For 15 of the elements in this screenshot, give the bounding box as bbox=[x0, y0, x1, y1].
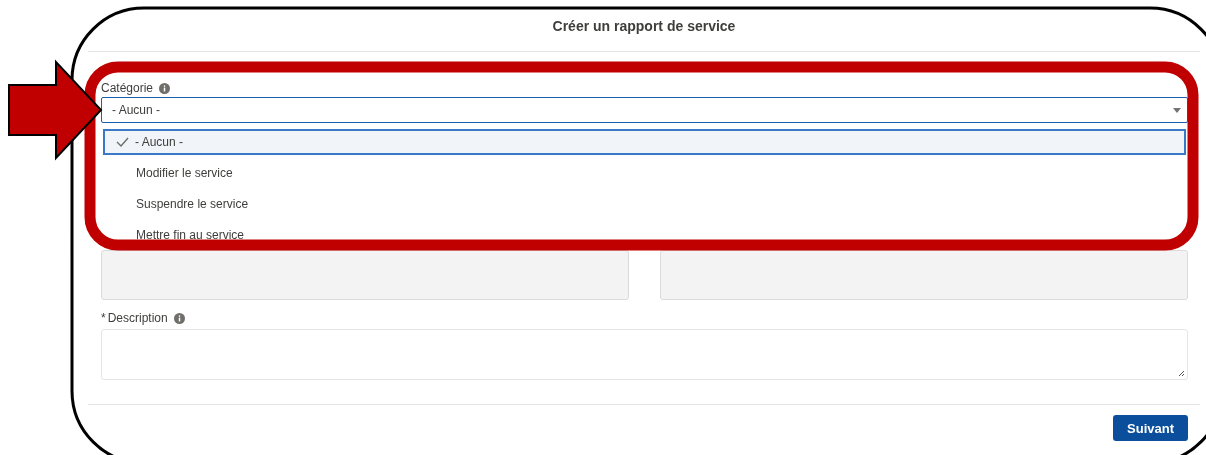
caret-icon bbox=[1173, 107, 1181, 113]
category-dropdown[interactable]: - Aucun - bbox=[101, 97, 1188, 123]
dropdown-option[interactable]: Suspendre le service bbox=[103, 191, 1186, 217]
dropdown-option[interactable]: - Aucun - bbox=[103, 129, 1186, 155]
info-icon bbox=[159, 82, 171, 94]
info-icon bbox=[173, 312, 185, 324]
check-icon bbox=[116, 137, 129, 147]
dropdown-option[interactable]: Mettre fin au service bbox=[103, 222, 1186, 248]
resize-handle-icon[interactable] bbox=[1178, 370, 1185, 377]
field-label: Catégorie bbox=[101, 81, 154, 95]
next-button[interactable]: Suivant bbox=[1113, 415, 1188, 441]
dialog-title: Créer un rapport de service bbox=[552, 17, 736, 34]
description-field[interactable] bbox=[101, 329, 1188, 380]
dropdown-option[interactable]: Modifier le service bbox=[103, 160, 1186, 186]
field-label: * Description bbox=[101, 311, 168, 325]
